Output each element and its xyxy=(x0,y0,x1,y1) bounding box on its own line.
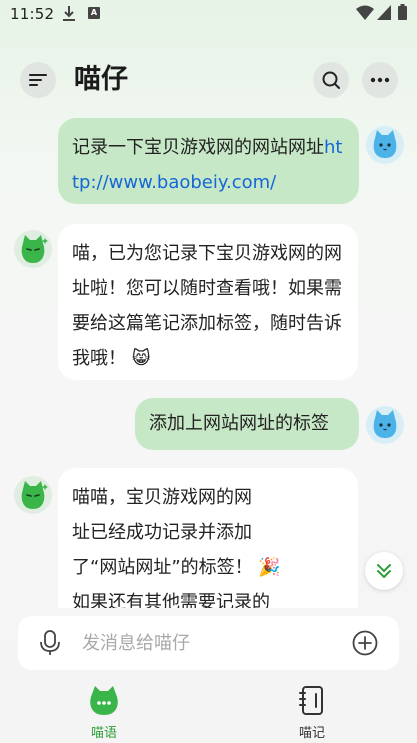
chat-list[interactable]: 记录一下宝贝游戏网的网站网址http://www.baobeiy.com/ 喵，… xyxy=(0,110,417,608)
bot-message-bubble[interactable]: 喵，已为您记录下宝贝游戏网的网址啦！您可以随时查看哦！如果需要给这篇笔记添加标签… xyxy=(58,224,358,380)
signal-icon xyxy=(377,5,391,20)
app-header: 喵仔 xyxy=(0,58,417,102)
message-text-line: 址已经成功记录并添加 xyxy=(72,522,252,543)
wifi-icon xyxy=(356,5,374,20)
message-input-bar xyxy=(18,616,399,670)
add-attachment-icon[interactable] xyxy=(352,630,378,656)
nav-tab-label: 喵记 xyxy=(298,726,325,741)
status-time: 11:52 xyxy=(10,5,55,23)
message-text-line: 喵喵，宝贝游戏网的网 xyxy=(72,487,252,508)
more-icon xyxy=(370,77,390,83)
nav-tab-chat[interactable]: 喵语 xyxy=(64,684,144,742)
message-text: 喵，已为您记录下宝贝游戏网的网址啦！您可以随时查看哦！如果需要给这篇笔记添加标签… xyxy=(72,243,342,369)
bot-message-bubble[interactable]: 喵喵，宝贝游戏网的网 址已经成功记录并添加 了“网站网址”的标签！ 🎉 如果还有… xyxy=(58,468,358,608)
menu-button[interactable] xyxy=(20,62,56,98)
menu-icon xyxy=(29,74,47,86)
user-avatar[interactable] xyxy=(366,126,404,164)
status-bar: 11:52 A xyxy=(0,0,417,30)
scroll-to-bottom-button[interactable] xyxy=(365,552,403,590)
bot-avatar[interactable] xyxy=(14,230,52,268)
battery-icon xyxy=(398,4,407,20)
chevron-double-down-icon xyxy=(377,564,391,578)
notebook-icon xyxy=(299,686,323,715)
bottom-navigation: 喵语 喵记 xyxy=(0,680,417,743)
microphone-icon[interactable] xyxy=(38,630,62,656)
user-message-bubble[interactable]: 记录一下宝贝游戏网的网站网址http://www.baobeiy.com/ xyxy=(58,118,359,204)
blue-cat-avatar-icon xyxy=(373,410,397,438)
green-cat-avatar-icon xyxy=(21,481,48,509)
user-message-bubble[interactable]: 添加上网站网址的标签 xyxy=(135,398,359,450)
page-title: 喵仔 xyxy=(74,64,128,95)
blue-cat-avatar-icon xyxy=(373,130,397,158)
message-text: 添加上网站网址的标签 xyxy=(149,413,329,434)
cat-chat-icon xyxy=(90,686,118,715)
more-button[interactable] xyxy=(362,62,398,98)
message-input[interactable] xyxy=(82,616,332,670)
a-badge-icon: A xyxy=(88,7,100,19)
smiling-cat-emoji: 😸 xyxy=(131,348,151,369)
bot-avatar[interactable] xyxy=(14,476,52,514)
search-icon xyxy=(322,71,340,89)
message-text-line: 如果还有其他需要记录的 xyxy=(72,592,270,608)
green-cat-avatar-icon xyxy=(21,235,48,263)
message-text-line: 了“网站网址”的标签！ 🎉 xyxy=(72,557,281,578)
nav-tab-label: 喵语 xyxy=(90,726,117,741)
download-icon xyxy=(63,6,75,21)
nav-tab-notes[interactable]: 喵记 xyxy=(272,684,352,742)
message-text: 记录一下宝贝游戏网的网站网址 xyxy=(72,137,324,158)
party-popper-emoji: 🎉 xyxy=(258,557,281,578)
search-button[interactable] xyxy=(313,62,349,98)
user-avatar[interactable] xyxy=(366,406,404,444)
